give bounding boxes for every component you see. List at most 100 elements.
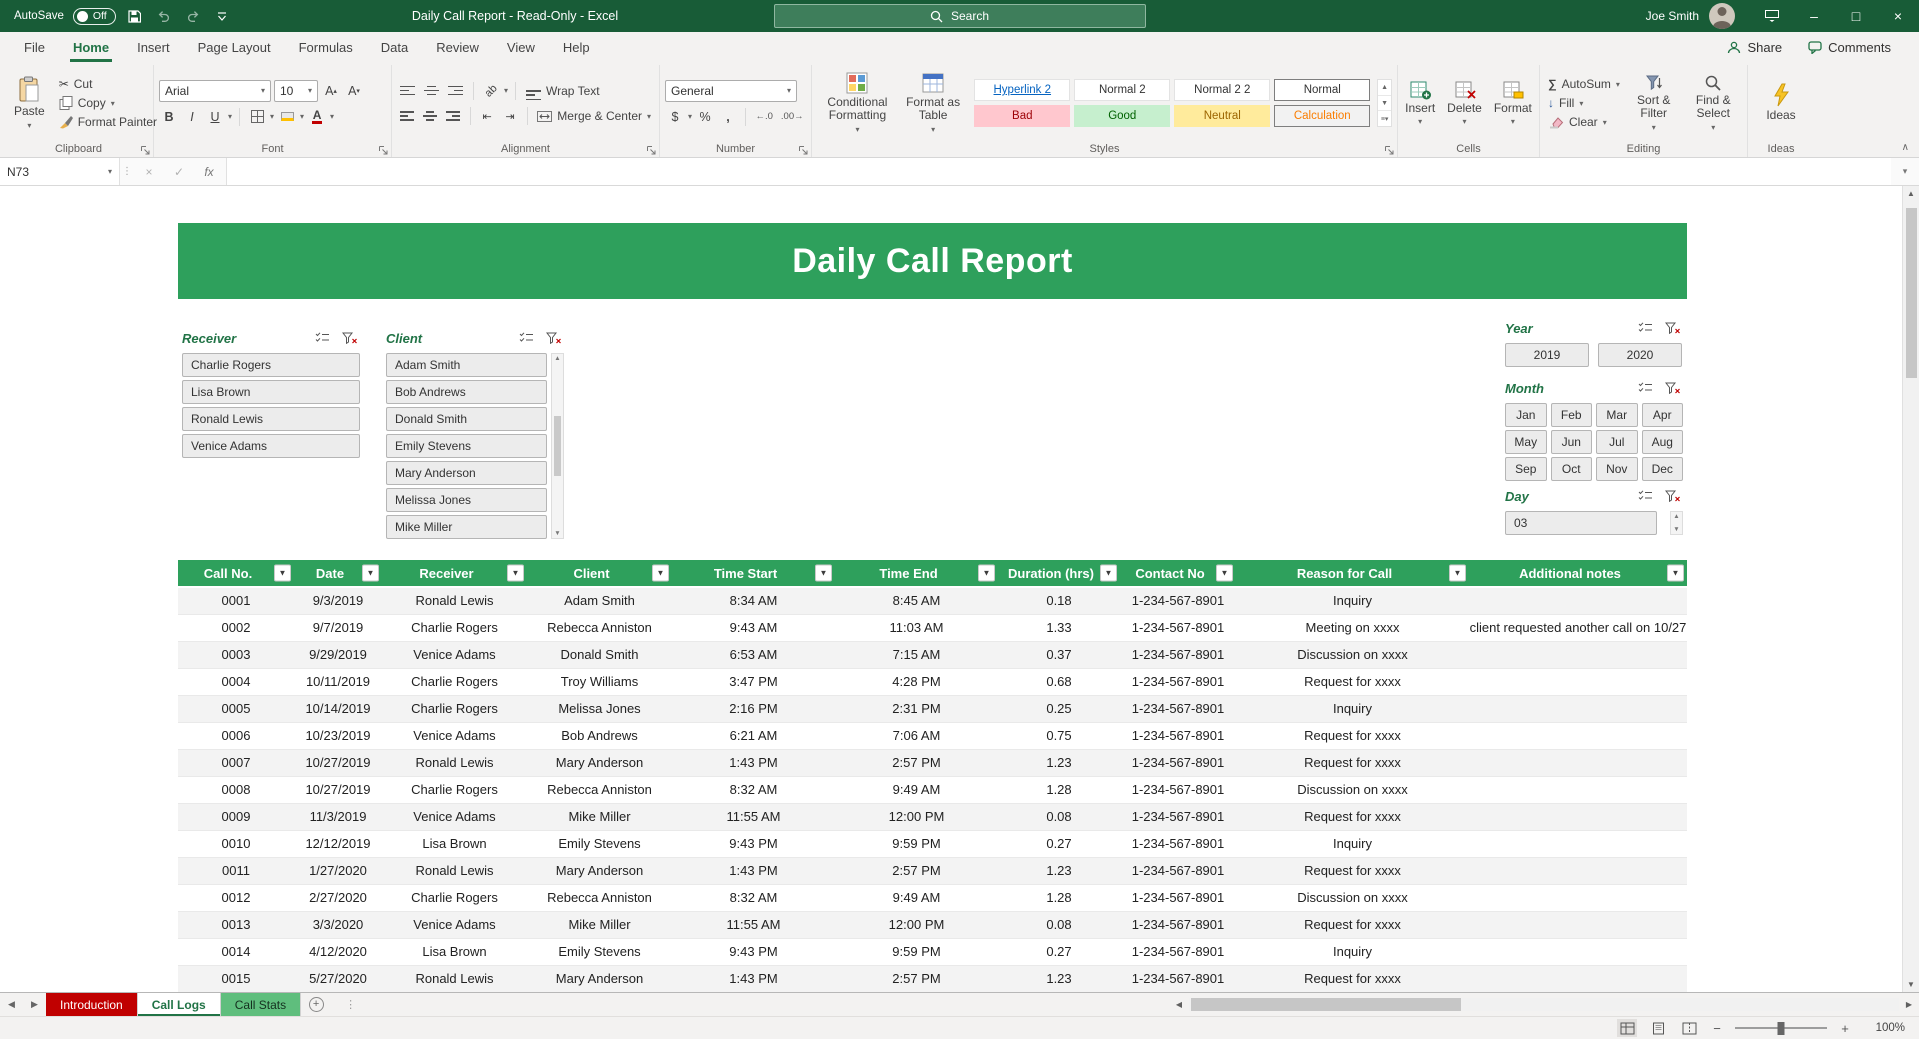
orientation-icon[interactable]: ab [481, 81, 501, 101]
middle-align-icon[interactable] [421, 81, 442, 101]
cell-time-end[interactable]: 7:15 AM [835, 641, 998, 668]
cell-date[interactable]: 10/27/2019 [294, 749, 382, 776]
cell-time-end[interactable]: 9:49 AM [835, 776, 998, 803]
clear-filter-icon[interactable] [1661, 319, 1683, 338]
accounting-format-icon[interactable]: $ [665, 107, 685, 127]
cell-duration[interactable]: 0.08 [998, 911, 1120, 938]
cell-contact-no[interactable]: 1-234-567-8901 [1120, 938, 1236, 965]
top-align-icon[interactable] [397, 81, 418, 101]
scroll-down-icon[interactable]: ▼ [1907, 980, 1915, 989]
clear-filter-icon[interactable] [1661, 379, 1683, 398]
sort-filter-button[interactable]: Sort & Filter▾ [1625, 72, 1683, 135]
decrease-indent-icon[interactable]: ⇤ [477, 106, 497, 126]
cell-call-no[interactable]: 0014 [178, 938, 294, 965]
autosave-toggle[interactable]: Off [73, 8, 116, 25]
cell-contact-no[interactable]: 1-234-567-8901 [1120, 722, 1236, 749]
cell-call-no[interactable]: 0013 [178, 911, 294, 938]
cell-contact-no[interactable]: 1-234-567-8901 [1120, 641, 1236, 668]
zoom-in-button[interactable]: + [1838, 1021, 1852, 1036]
alignment-dialog-launcher-icon[interactable] [646, 145, 656, 155]
zoom-thumb[interactable] [1778, 1022, 1785, 1035]
clear-filter-icon[interactable] [338, 329, 360, 348]
slicer-item[interactable]: Lisa Brown [182, 380, 360, 404]
slicer-item[interactable]: Adam Smith [386, 353, 547, 377]
search-box[interactable]: Search [774, 4, 1146, 28]
format-cells-button[interactable]: Format▾ [1489, 78, 1537, 129]
cell-time-end[interactable]: 4:28 PM [835, 668, 998, 695]
gallery-up-icon[interactable]: ▲ [1378, 80, 1391, 96]
redo-icon[interactable] [183, 6, 203, 26]
cell-notes[interactable] [1469, 695, 1687, 722]
save-icon[interactable] [125, 6, 145, 26]
cell-notes[interactable] [1469, 587, 1687, 614]
slicer-item[interactable]: Mar [1596, 403, 1638, 427]
cell-duration[interactable]: 0.27 [998, 830, 1120, 857]
cell-duration[interactable]: 0.68 [998, 668, 1120, 695]
number-format-combo[interactable]: General▾ [665, 80, 797, 102]
clear-filter-icon[interactable] [1661, 487, 1683, 506]
cell-client[interactable]: Rebecca Anniston [527, 776, 672, 803]
worksheet[interactable]: Daily Call Report Receiver Charlie Roger… [0, 186, 1919, 992]
increase-decimal-icon[interactable]: ←.0 [753, 107, 776, 127]
customize-quick-access-icon[interactable] [212, 6, 232, 26]
cell-call-no[interactable]: 0011 [178, 857, 294, 884]
tab-review[interactable]: Review [422, 32, 493, 62]
multiselect-icon[interactable] [1634, 379, 1656, 398]
cell-call-no[interactable]: 0012 [178, 884, 294, 911]
ribbon-display-options-icon[interactable] [1751, 0, 1793, 32]
slicer-item[interactable]: Venice Adams [182, 434, 360, 458]
cell-notes[interactable] [1469, 803, 1687, 830]
cell-reason[interactable]: Meeting on xxxx [1236, 614, 1469, 641]
scroll-up-icon[interactable]: ▲ [1673, 513, 1679, 520]
close-button[interactable]: × [1877, 0, 1919, 32]
slicer-item[interactable]: Feb [1551, 403, 1593, 427]
cell-reason[interactable]: Discussion on xxxx [1236, 884, 1469, 911]
cell-receiver[interactable]: Lisa Brown [382, 938, 527, 965]
cell-client[interactable]: Mary Anderson [527, 857, 672, 884]
insert-function-icon[interactable]: fx [194, 158, 224, 185]
font-name-combo[interactable]: Arial▾ [159, 80, 271, 102]
borders-icon[interactable] [247, 107, 267, 127]
cell-reason[interactable]: Request for xxxx [1236, 965, 1469, 992]
share-button[interactable]: Share [1717, 37, 1792, 58]
cell-time-end[interactable]: 11:03 AM [835, 614, 998, 641]
cell-duration[interactable]: 1.23 [998, 857, 1120, 884]
cell-reason[interactable]: Inquiry [1236, 695, 1469, 722]
clear-button[interactable]: Clear▾ [1545, 114, 1623, 130]
slicer-item[interactable]: 2020 [1598, 343, 1682, 367]
cell-call-no[interactable]: 0008 [178, 776, 294, 803]
merge-center-button[interactable]: Merge & Center▾ [534, 108, 654, 124]
increase-indent-icon[interactable]: ⇥ [500, 106, 520, 126]
cell-contact-no[interactable]: 1-234-567-8901 [1120, 911, 1236, 938]
align-right-icon[interactable] [443, 106, 463, 126]
ideas-button[interactable]: Ideas [1761, 81, 1800, 125]
slicer-item[interactable]: Jul [1596, 430, 1638, 454]
cell-date[interactable]: 2/27/2020 [294, 884, 382, 911]
fill-button[interactable]: ↓Fill▾ [1545, 95, 1623, 111]
cell-duration[interactable]: 1.23 [998, 749, 1120, 776]
cell-client[interactable]: Mary Anderson [527, 749, 672, 776]
slicer-item[interactable]: 2019 [1505, 343, 1589, 367]
sheet-nav-right-icon[interactable]: ▶ [23, 993, 46, 1016]
wrap-text-button[interactable]: Wrap Text [523, 80, 603, 101]
zoom-level[interactable]: 100% [1863, 1022, 1905, 1034]
styles-dialog-launcher-icon[interactable] [1384, 145, 1394, 155]
cell-date[interactable]: 10/11/2019 [294, 668, 382, 695]
gallery-down-icon[interactable]: ▼ [1378, 96, 1391, 112]
slicer-item[interactable]: Donald Smith [386, 407, 547, 431]
cell-notes[interactable] [1469, 911, 1687, 938]
multiselect-icon[interactable] [1634, 319, 1656, 338]
paste-button[interactable]: Paste ▾ [9, 74, 50, 132]
decrease-decimal-icon[interactable]: .00→ [778, 107, 806, 127]
cell-style-calculation[interactable]: Calculation [1274, 105, 1370, 127]
cell-contact-no[interactable]: 1-234-567-8901 [1120, 614, 1236, 641]
scroll-track[interactable] [1189, 998, 1899, 1011]
cell-time-end[interactable]: 2:57 PM [835, 965, 998, 992]
sheet-nav-left-icon[interactable]: ◀ [0, 993, 23, 1016]
cell-time-start[interactable]: 1:43 PM [672, 857, 835, 884]
cell-contact-no[interactable]: 1-234-567-8901 [1120, 830, 1236, 857]
cell-client[interactable]: Donald Smith [527, 641, 672, 668]
fill-color-icon[interactable] [277, 107, 297, 127]
cell-notes[interactable] [1469, 722, 1687, 749]
cell-reason[interactable]: Request for xxxx [1236, 857, 1469, 884]
